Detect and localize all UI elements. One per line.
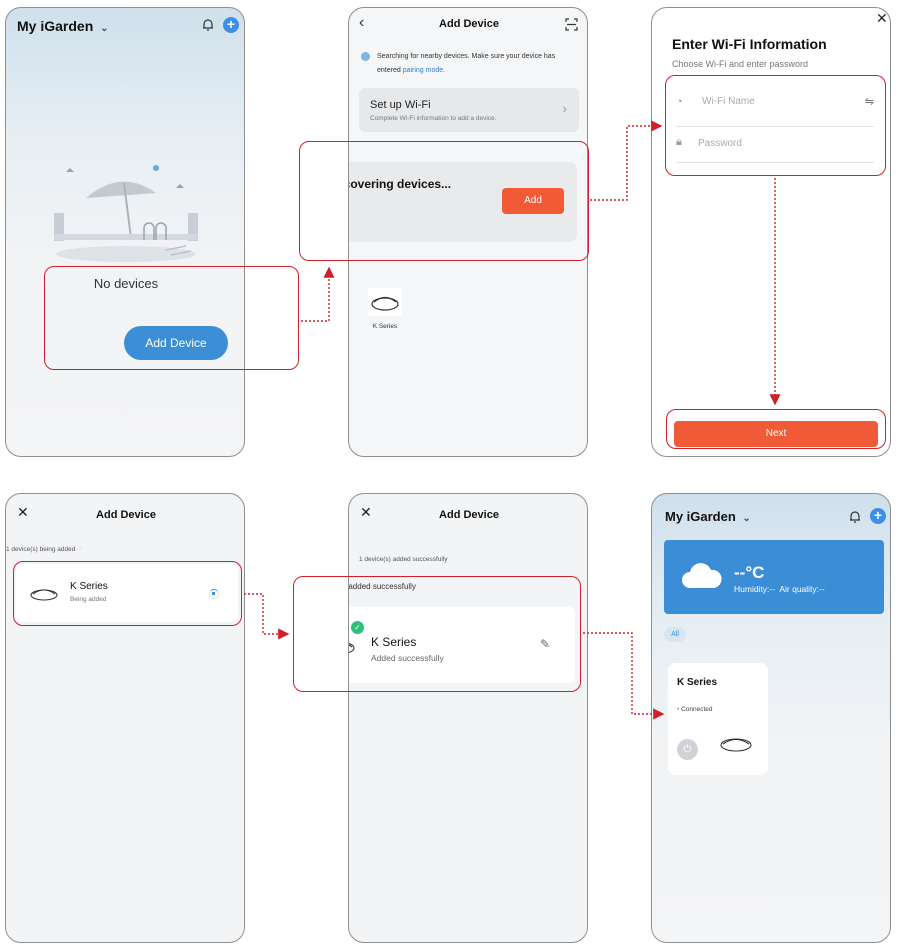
wifi-setup-subtitle: Complete Wi-Fi information to add a devi… bbox=[370, 115, 497, 122]
mower-icon bbox=[368, 288, 402, 316]
temperature-text: --°C bbox=[734, 563, 765, 582]
wifi-setup-title: Set up Wi-Fi bbox=[370, 99, 431, 111]
device-status-label: Connected bbox=[681, 706, 713, 713]
empty-garden-illustration bbox=[54, 165, 198, 262]
device-tile[interactable]: K Series bbox=[367, 288, 403, 330]
success-count-text: 1 device(s) added successfully bbox=[359, 556, 448, 563]
phone-screen-home-empty: My iGarden ⌄ + No devices Add Device bbox=[5, 7, 245, 457]
device-status: • Connected bbox=[677, 706, 713, 713]
highlight-wifi-fields bbox=[665, 75, 886, 176]
phone-screen-added-success: ✕ Add Device 1 device(s) added successfu… bbox=[348, 493, 588, 943]
chevron-down-icon: ⌄ bbox=[742, 513, 751, 524]
tab-all[interactable]: All bbox=[664, 627, 686, 642]
wifi-setup-row[interactable]: Set up Wi-Fi Complete Wi-Fi information … bbox=[359, 88, 579, 132]
highlight-discovering bbox=[299, 141, 589, 261]
adding-count-text: 1 device(s) being added ⁘ bbox=[6, 545, 83, 553]
device-card[interactable]: K Series • Connected ⏻ bbox=[668, 663, 768, 775]
chevron-down-icon: ⌄ bbox=[100, 23, 109, 34]
wifi-info-subtitle: Choose Wi-Fi and enter password bbox=[672, 59, 809, 69]
weather-card: --°C Humidity:-- Air quality:-- bbox=[664, 540, 884, 614]
chevron-right-icon: › bbox=[562, 100, 567, 116]
connector-1 bbox=[301, 266, 335, 322]
searching-indicator-icon bbox=[361, 52, 370, 61]
status-dot-icon: • bbox=[677, 706, 680, 713]
home-title[interactable]: My iGarden ⌄ bbox=[17, 18, 109, 34]
highlight-being-added bbox=[13, 561, 242, 626]
add-device-title: Add Device bbox=[439, 509, 499, 521]
mower-icon bbox=[720, 738, 752, 752]
highlight-next bbox=[666, 409, 886, 449]
loading-spinner-icon: ⁘ bbox=[77, 546, 83, 553]
highlight-added-success bbox=[293, 576, 581, 692]
close-icon[interactable]: ✕ bbox=[876, 10, 888, 27]
add-device-title: Add Device bbox=[439, 18, 499, 30]
connector-4 bbox=[244, 593, 290, 640]
home-title-text: My iGarden bbox=[665, 509, 736, 524]
add-device-title: Add Device bbox=[96, 509, 156, 521]
bell-icon[interactable] bbox=[848, 510, 862, 524]
bell-icon[interactable] bbox=[201, 18, 215, 32]
phone-screen-home-with-device: My iGarden ⌄ + --°C Humidity:-- Air qual… bbox=[651, 493, 891, 943]
cloud-icon bbox=[682, 563, 722, 588]
device-tile-label: K Series bbox=[372, 323, 398, 330]
power-button[interactable]: ⏻ bbox=[677, 739, 698, 760]
weather-detail-text: Humidity:-- Air quality:-- bbox=[734, 584, 825, 594]
scan-icon[interactable] bbox=[565, 18, 578, 31]
searching-text: Searching for nearby devices. Make sure … bbox=[377, 50, 577, 78]
add-icon[interactable]: + bbox=[223, 17, 239, 33]
adding-count-label: 1 device(s) being added bbox=[6, 546, 76, 553]
home-title[interactable]: My iGarden ⌄ bbox=[665, 509, 751, 524]
pairing-mode-link[interactable]: pairing mode. bbox=[403, 67, 445, 74]
home-title-text: My iGarden bbox=[17, 18, 94, 34]
device-name: K Series bbox=[677, 677, 718, 688]
wifi-info-title: Enter Wi-Fi Information bbox=[672, 36, 827, 52]
add-icon[interactable]: + bbox=[870, 508, 886, 524]
highlight-no-devices bbox=[44, 266, 299, 370]
